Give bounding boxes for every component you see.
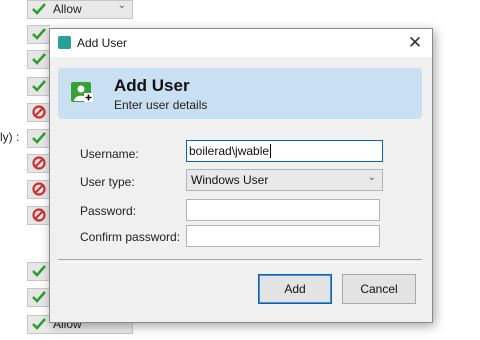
deny-icon xyxy=(32,182,46,196)
deny-icon xyxy=(32,105,46,119)
password-field[interactable] xyxy=(186,199,380,221)
confirm-password-field[interactable] xyxy=(186,225,380,247)
add-button[interactable]: Add xyxy=(258,274,332,304)
text-caret xyxy=(270,144,272,158)
deny-icon xyxy=(32,156,46,170)
confirm-password-label: Confirm password: xyxy=(80,230,181,244)
divider xyxy=(58,259,422,263)
username-label: Username: xyxy=(80,147,139,161)
cancel-button[interactable]: Cancel xyxy=(342,274,416,304)
chevron-down-icon: ⌄ xyxy=(117,0,126,11)
deny-icon xyxy=(32,208,46,222)
user-type-label: User type: xyxy=(80,175,135,189)
username-field[interactable]: boilerad\jwable xyxy=(186,140,383,162)
add-user-dialog: Add User ✕ Add User Enter user details U… xyxy=(49,28,433,323)
dialog-header: Add User Enter user details xyxy=(58,68,422,119)
check-icon xyxy=(32,53,46,65)
title-bar[interactable]: Add User ✕ xyxy=(50,29,432,57)
close-button[interactable]: ✕ xyxy=(398,29,432,57)
check-icon xyxy=(32,318,46,330)
permission-dropdown[interactable]: Allow ⌄ xyxy=(27,0,133,19)
header-subtitle: Enter user details xyxy=(114,98,208,112)
check-icon xyxy=(32,291,46,303)
user-type-value: Windows User xyxy=(191,173,269,187)
check-icon xyxy=(32,80,46,92)
check-icon xyxy=(32,132,46,144)
add-user-icon xyxy=(71,82,93,102)
permission-value: Allow xyxy=(53,2,82,16)
header-title: Add User xyxy=(114,76,190,95)
app-icon xyxy=(58,36,71,49)
check-icon xyxy=(32,28,46,40)
password-label: Password: xyxy=(80,204,137,218)
check-icon xyxy=(32,265,46,277)
user-type-select[interactable]: Windows User ⌄ xyxy=(186,169,383,191)
permission-row[interactable]: Allow ⌄ xyxy=(27,0,133,19)
chevron-down-icon: ⌄ xyxy=(367,172,376,183)
username-value: boilerad\jwable xyxy=(189,144,270,158)
side-label: ly) : xyxy=(0,130,20,144)
check-icon xyxy=(32,3,46,15)
window-title: Add User xyxy=(77,36,128,50)
